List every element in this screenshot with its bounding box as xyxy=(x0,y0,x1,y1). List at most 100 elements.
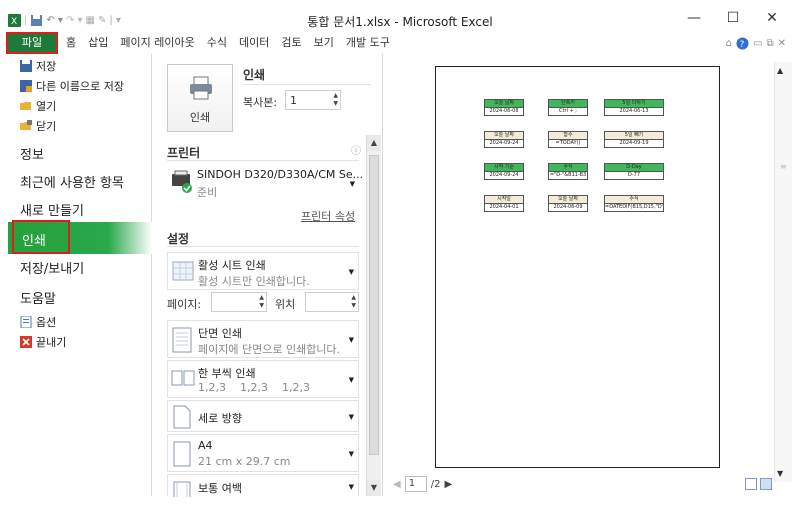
printer-name: SINDOH D320/D330A/CM Se... xyxy=(197,168,364,181)
sides-select[interactable]: 단면 인쇄 페이지에 단면으로 인쇄합니다. ▼ xyxy=(167,320,359,358)
print-heading: 인쇄 xyxy=(243,68,266,82)
close-button[interactable]: ✕ xyxy=(757,8,787,28)
divider xyxy=(243,84,371,85)
page-number-input[interactable]: 1 xyxy=(404,476,427,492)
nav-close[interactable]: 닫기 xyxy=(20,118,56,134)
preview-cell-header: 시작일 xyxy=(485,196,523,204)
preview-cell: 함수 =TODAY() xyxy=(548,131,588,148)
paper-size-main: A4 xyxy=(198,439,213,452)
scroll-up-icon[interactable]: ▲ xyxy=(777,66,783,75)
collate-select[interactable]: 한 부씩 인쇄 1,2,3 1,2,3 1,2,3 ▼ xyxy=(167,360,359,398)
preview-cell-value: 2024-09-24 xyxy=(489,172,519,178)
preview-cell: 수식 ="D-"&B11-B3 xyxy=(548,163,588,180)
collapse-ribbon-icon[interactable]: ⌂ xyxy=(726,38,732,49)
dropdown-arrow-icon: ▼ xyxy=(348,413,354,421)
spin-arrows-icon[interactable]: ▲ ▼ xyxy=(259,294,264,310)
show-margins-icon[interactable] xyxy=(745,478,757,490)
position-label: 위치 xyxy=(275,298,296,311)
tab-page-layout[interactable]: 페이지 레이아웃 xyxy=(114,34,200,52)
window-restore-icon[interactable]: ⧉ xyxy=(766,38,773,49)
tab-review[interactable]: 검토 xyxy=(275,34,307,52)
scroll-thumb[interactable] xyxy=(369,155,379,455)
preview-cell: 5일 빼기 2024-09-19 xyxy=(604,131,664,148)
next-page-icon[interactable]: ▶ xyxy=(444,479,452,490)
orientation-select[interactable]: 세로 방향 ▼ xyxy=(167,400,359,432)
paper-size-select[interactable]: A4 21 cm x 29.7 cm ▼ xyxy=(167,434,359,472)
preview-cell-value: 2024-06-09 xyxy=(553,204,583,210)
nav-recent[interactable]: 최근에 사용한 항목 xyxy=(20,172,124,191)
nav-save-send[interactable]: 저장/보내기 xyxy=(20,258,84,277)
tab-home[interactable]: 홈 xyxy=(60,34,82,52)
prev-page-icon[interactable]: ◀ xyxy=(393,479,401,490)
preview-cell-header: 수식 xyxy=(549,164,587,172)
nav-save-as-label: 다른 이름으로 저장 xyxy=(36,80,124,93)
zoom-controls xyxy=(745,478,772,490)
printer-properties-link[interactable]: 프린터 속성 xyxy=(301,208,355,224)
preview-cell-header: 5일 더하기 xyxy=(605,100,663,108)
zoom-to-page-icon[interactable] xyxy=(760,478,772,490)
spin-arrows-icon[interactable]: ▲ ▼ xyxy=(333,92,338,108)
preview-cell-header: 시작 기준 xyxy=(485,164,523,172)
pages-to-input[interactable]: ▲ ▼ xyxy=(305,292,359,312)
pages-label: 페이지: xyxy=(167,298,202,311)
options-icon xyxy=(20,316,32,328)
tab-file[interactable]: 파일 xyxy=(6,32,58,54)
tab-view[interactable]: 보기 xyxy=(308,34,340,52)
preview-cell-header: 수식 xyxy=(605,196,663,204)
sheet-icon xyxy=(172,261,194,281)
preview-cell-value: 2024-04-01 xyxy=(489,204,519,210)
preview-cell: 오늘 날짜 2024-06-09 xyxy=(548,195,588,212)
preview-cell-header: 오늘 날짜 xyxy=(485,100,523,108)
preview-cell-value: Ctrl + ; xyxy=(559,108,577,114)
settings-scrollbar[interactable]: ▲ ▼ xyxy=(366,135,381,496)
minimize-button[interactable]: — xyxy=(679,8,709,28)
ribbon-right-controls: ⌂ ? ▭ ⧉ ✕ xyxy=(726,37,786,50)
maximize-button[interactable]: ☐ xyxy=(718,8,748,28)
copies-input[interactable]: 1 ▲ ▼ xyxy=(285,90,341,110)
preview-page: 오늘 날짜 2024-06-08 단축키 Ctrl + ; 5일 더하기 2024-06-… xyxy=(435,66,720,468)
help-icon[interactable]: ? xyxy=(736,37,749,50)
nav-options-label: 옵션 xyxy=(36,316,57,329)
preview-cell: 시작일 2024-04-01 xyxy=(484,195,524,212)
print-settings-panel: 인쇄 인쇄 복사본: 1 ▲ ▼ 프린터 ⓘ SINDOH D320/D330A/… xyxy=(153,54,381,497)
spin-arrows-icon[interactable]: ▲ ▼ xyxy=(351,294,356,310)
margins-select[interactable]: 보통 여백 ▼ xyxy=(167,474,359,497)
nav-options[interactable]: 옵션 xyxy=(20,314,56,330)
tab-formulas[interactable]: 수식 xyxy=(201,34,233,52)
scroll-up-icon[interactable]: ▲ xyxy=(367,135,381,151)
scroll-down-icon[interactable]: ▼ xyxy=(367,480,381,496)
portrait-icon xyxy=(173,405,191,429)
nav-help[interactable]: 도움말 xyxy=(20,288,56,307)
tab-developer[interactable]: 개발 도구 xyxy=(340,34,396,52)
dropdown-arrow-icon: ▼ xyxy=(348,450,354,458)
preview-cell-header: 오늘 날짜 xyxy=(549,196,587,204)
exit-icon xyxy=(20,336,32,348)
pages-from-input[interactable]: ▲ ▼ xyxy=(211,292,267,312)
printer-select[interactable]: SINDOH D320/D330A/CM Se... 준비 ▼ xyxy=(167,164,363,202)
window-close-icon[interactable]: ✕ xyxy=(778,38,786,49)
tab-insert[interactable]: 삽입 xyxy=(82,34,114,52)
scroll-down-icon[interactable]: ▼ xyxy=(777,469,783,478)
preview-scrollbar[interactable]: ▲ ≡ ▼ xyxy=(774,62,792,482)
nav-save-as[interactable]: 다른 이름으로 저장 xyxy=(20,78,124,94)
paper-size-sub: 21 cm x 29.7 cm xyxy=(198,455,291,468)
nav-open-label: 열기 xyxy=(36,100,57,113)
dropdown-arrow-icon: ▼ xyxy=(348,482,354,491)
collate-sub: 1,2,3 1,2,3 1,2,3 xyxy=(198,381,310,394)
nav-exit-label: 끝내기 xyxy=(36,336,67,349)
print-button[interactable]: 인쇄 xyxy=(167,64,233,132)
print-scope-select[interactable]: 활성 시트 인쇄 활성 시트만 인쇄합니다. ▼ xyxy=(167,252,359,290)
margins-icon xyxy=(173,481,191,497)
nav-close-label: 닫기 xyxy=(36,120,57,133)
nav-exit[interactable]: 끝내기 xyxy=(20,334,66,350)
nav-info[interactable]: 정보 xyxy=(20,144,44,163)
print-scope-main: 활성 시트 인쇄 xyxy=(198,259,266,272)
printer-device-icon xyxy=(172,170,192,193)
nav-save[interactable]: 저장 xyxy=(20,58,56,74)
tab-data[interactable]: 데이터 xyxy=(233,34,275,52)
nav-new[interactable]: 새로 만들기 xyxy=(20,200,84,219)
dropdown-arrow-icon: ▼ xyxy=(348,376,354,384)
nav-open[interactable]: 열기 xyxy=(20,98,56,114)
window-minimize-icon[interactable]: ▭ xyxy=(753,38,762,49)
info-icon[interactable]: ⓘ xyxy=(351,142,361,157)
